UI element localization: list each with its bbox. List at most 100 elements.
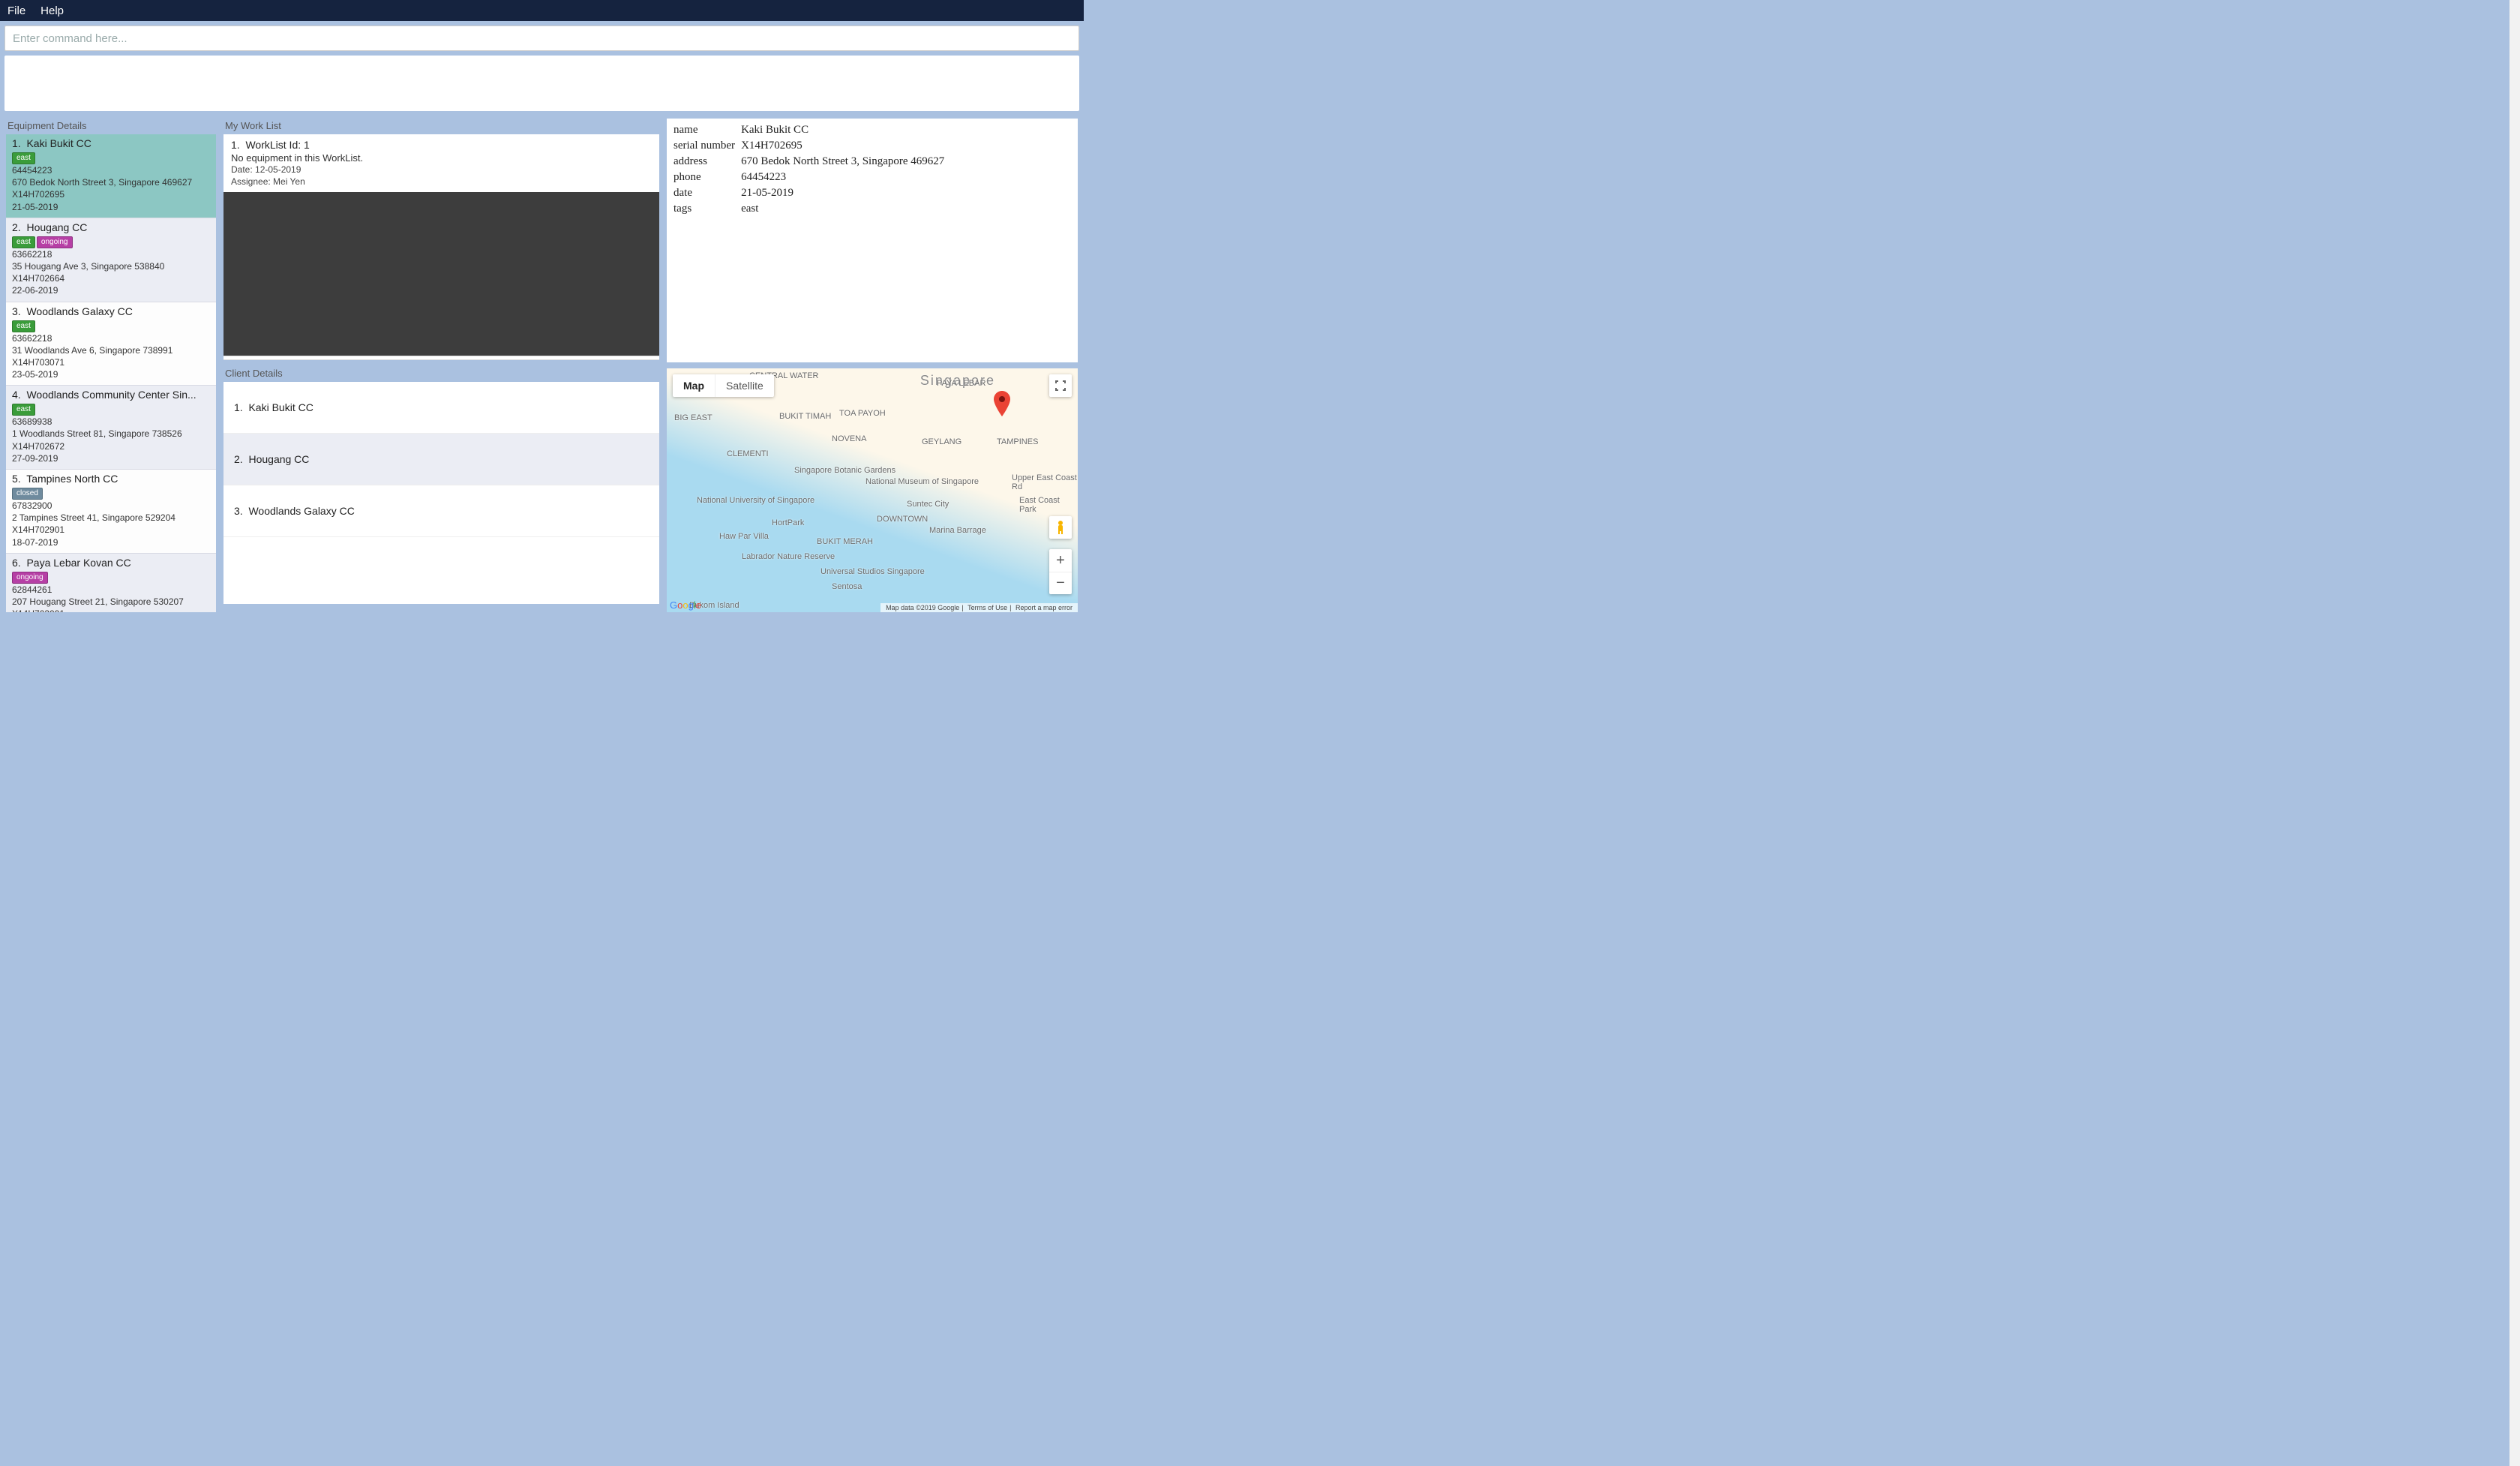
map-place-label: DOWNTOWN <box>877 515 928 524</box>
equip-idx: 1. <box>12 137 21 149</box>
map-data-attribution: Map data ©2019 Google <box>886 604 959 611</box>
tag-east: east <box>12 404 35 416</box>
map-zoom-out[interactable]: − <box>1049 572 1072 594</box>
detail-label-date: date <box>671 186 737 200</box>
client-list[interactable]: 1. Kaki Bukit CC2. Hougang CC3. Woodland… <box>224 382 659 604</box>
equip-serial: X14H702695 <box>12 188 210 200</box>
map-place-label: Sentosa <box>832 582 862 591</box>
equip-phone: 67832900 <box>12 500 210 512</box>
map-place-label: PAYA LEBAR <box>937 379 986 388</box>
equip-idx: 2. <box>12 221 21 233</box>
equip-date: 23-05-2019 <box>12 368 210 380</box>
equipment-item[interactable]: 3. Woodlands Galaxy CCeast6366221831 Woo… <box>6 302 216 386</box>
equip-name: Hougang CC <box>26 221 87 233</box>
map-zoom-in[interactable]: + <box>1049 549 1072 572</box>
equipment-list[interactable]: 1. Kaki Bukit CCeast64454223670 Bedok No… <box>6 134 216 612</box>
worklist-idx: 1. <box>231 139 240 151</box>
equip-address: 35 Hougang Ave 3, Singapore 538840 <box>12 260 210 272</box>
equip-name: Kaki Bukit CC <box>26 137 91 149</box>
worklist-item[interactable]: 1. WorkList Id: 1 No equipment in this W… <box>224 134 659 192</box>
map-place-label: Suntec City <box>907 500 949 509</box>
tag-ongoing: ongoing <box>12 572 48 584</box>
main-content: Equipment Details 1. Kaki Bukit CCeast64… <box>0 116 1084 618</box>
equip-idx: 3. <box>12 305 21 317</box>
equip-address: 207 Hougang Street 21, Singapore 530207 <box>12 596 210 608</box>
page-scrollbar[interactable] <box>2510 0 2520 1466</box>
detail-label-phone: phone <box>671 170 737 185</box>
map-type-control: Map Satellite <box>673 374 774 397</box>
details-panel: name Kaki Bukit CC serial number X14H702… <box>667 119 1078 362</box>
map-place-label: BUKIT MERAH <box>817 537 873 546</box>
client-item[interactable]: 2. Hougang CC <box>224 434 659 485</box>
pegman-icon <box>1054 520 1066 535</box>
tag-east: east <box>12 236 35 248</box>
worklist-assignee-label: Assignee: <box>231 176 273 187</box>
detail-value-address: 670 Bedok North Street 3, Singapore 4696… <box>739 155 946 169</box>
command-input[interactable] <box>4 26 1079 51</box>
worklist-header: My Work List <box>224 119 659 134</box>
equipment-item[interactable]: 1. Kaki Bukit CCeast64454223670 Bedok No… <box>6 134 216 218</box>
map-fullscreen-button[interactable] <box>1049 374 1072 397</box>
detail-label-serial: serial number <box>671 139 737 153</box>
equip-name: Tampines North CC <box>26 473 118 485</box>
equip-date: 18-07-2019 <box>12 536 210 548</box>
client-item[interactable]: 3. Woodlands Galaxy CC <box>224 485 659 537</box>
client-item[interactable]: 1. Kaki Bukit CC <box>224 382 659 434</box>
map-footer: Map data ©2019 Google| Terms of Use| Rep… <box>880 603 1078 612</box>
map-place-label: National Museum of Singapore <box>866 477 979 486</box>
map-place-label: Haw Par Villa <box>719 532 769 541</box>
detail-label-name: name <box>671 123 737 137</box>
worklist-title-text: WorkList Id: 1 <box>245 139 309 151</box>
equip-name: Woodlands Galaxy CC <box>26 305 132 317</box>
map-place-label: National University of Singapore <box>697 496 814 505</box>
detail-value-serial: X14H702695 <box>739 139 946 153</box>
map-report-link[interactable]: Report a map error <box>1016 604 1072 611</box>
equip-serial: X14H702664 <box>12 272 210 284</box>
equip-serial: X14H703091 <box>12 608 210 612</box>
result-display <box>4 56 1079 111</box>
tag-ongoing: ongoing <box>37 236 73 248</box>
worklist-date: 12-05-2019 <box>255 164 301 175</box>
menu-file[interactable]: File <box>8 5 26 17</box>
map-place-label: HortPark <box>772 518 804 527</box>
worklist-assignee: Mei Yen <box>273 176 305 187</box>
worklist-empty: No equipment in this WorkList. <box>231 152 652 164</box>
detail-value-date: 21-05-2019 <box>739 186 946 200</box>
client-name: Kaki Bukit CC <box>248 401 313 413</box>
map-place-label: GEYLANG <box>922 437 962 446</box>
equipment-item[interactable]: 5. Tampines North CCclosed678329002 Tamp… <box>6 470 216 554</box>
equip-idx: 6. <box>12 557 21 569</box>
map-panel[interactable]: Singapore CENTRAL WATERBUKIT TIMAHTOA PA… <box>667 368 1078 612</box>
client-name: Hougang CC <box>248 453 309 465</box>
map-place-label: Singapore Botanic Gardens <box>794 466 896 475</box>
equip-address: 2 Tampines Street 41, Singapore 529204 <box>12 512 210 524</box>
client-idx: 2. <box>234 453 243 465</box>
equip-idx: 4. <box>12 389 21 401</box>
tag-closed: closed <box>12 488 43 500</box>
menubar: File Help <box>0 0 1084 21</box>
equipment-item[interactable]: 6. Paya Lebar Kovan CCongoing62844261207… <box>6 554 216 612</box>
equip-name: Paya Lebar Kovan CC <box>26 557 130 569</box>
detail-label-tags: tags <box>671 202 737 216</box>
menu-help[interactable]: Help <box>40 5 64 17</box>
equipment-header: Equipment Details <box>6 119 216 134</box>
equip-phone: 63662218 <box>12 248 210 260</box>
equipment-item[interactable]: 4. Woodlands Community Center Sin... east… <box>6 386 216 470</box>
equipment-item[interactable]: 2. Hougang CC eastongoing6366221835 Houga… <box>6 218 216 302</box>
map-pegman-button[interactable] <box>1049 516 1072 539</box>
equip-address: 31 Woodlands Ave 6, Singapore 738991 <box>12 344 210 356</box>
equip-address: 1 Woodlands Street 81, Singapore 738526 <box>12 428 210 440</box>
equip-date: 22-06-2019 <box>12 284 210 296</box>
map-place-label: TAMPINES <box>997 437 1038 446</box>
map-tab-satellite[interactable]: Satellite <box>715 374 774 397</box>
google-logo: Google <box>670 599 701 611</box>
client-idx: 1. <box>234 401 243 413</box>
map-terms-link[interactable]: Terms of Use <box>968 604 1007 611</box>
equip-name: Woodlands Community Center Sin... <box>26 389 196 401</box>
tag-east: east <box>12 152 35 164</box>
equip-date: 27-09-2019 <box>12 452 210 464</box>
map-tab-map[interactable]: Map <box>673 374 715 397</box>
map-place-label: East Coast Park <box>1019 496 1078 514</box>
equip-phone: 64454223 <box>12 164 210 176</box>
client-header: Client Details <box>224 366 659 382</box>
